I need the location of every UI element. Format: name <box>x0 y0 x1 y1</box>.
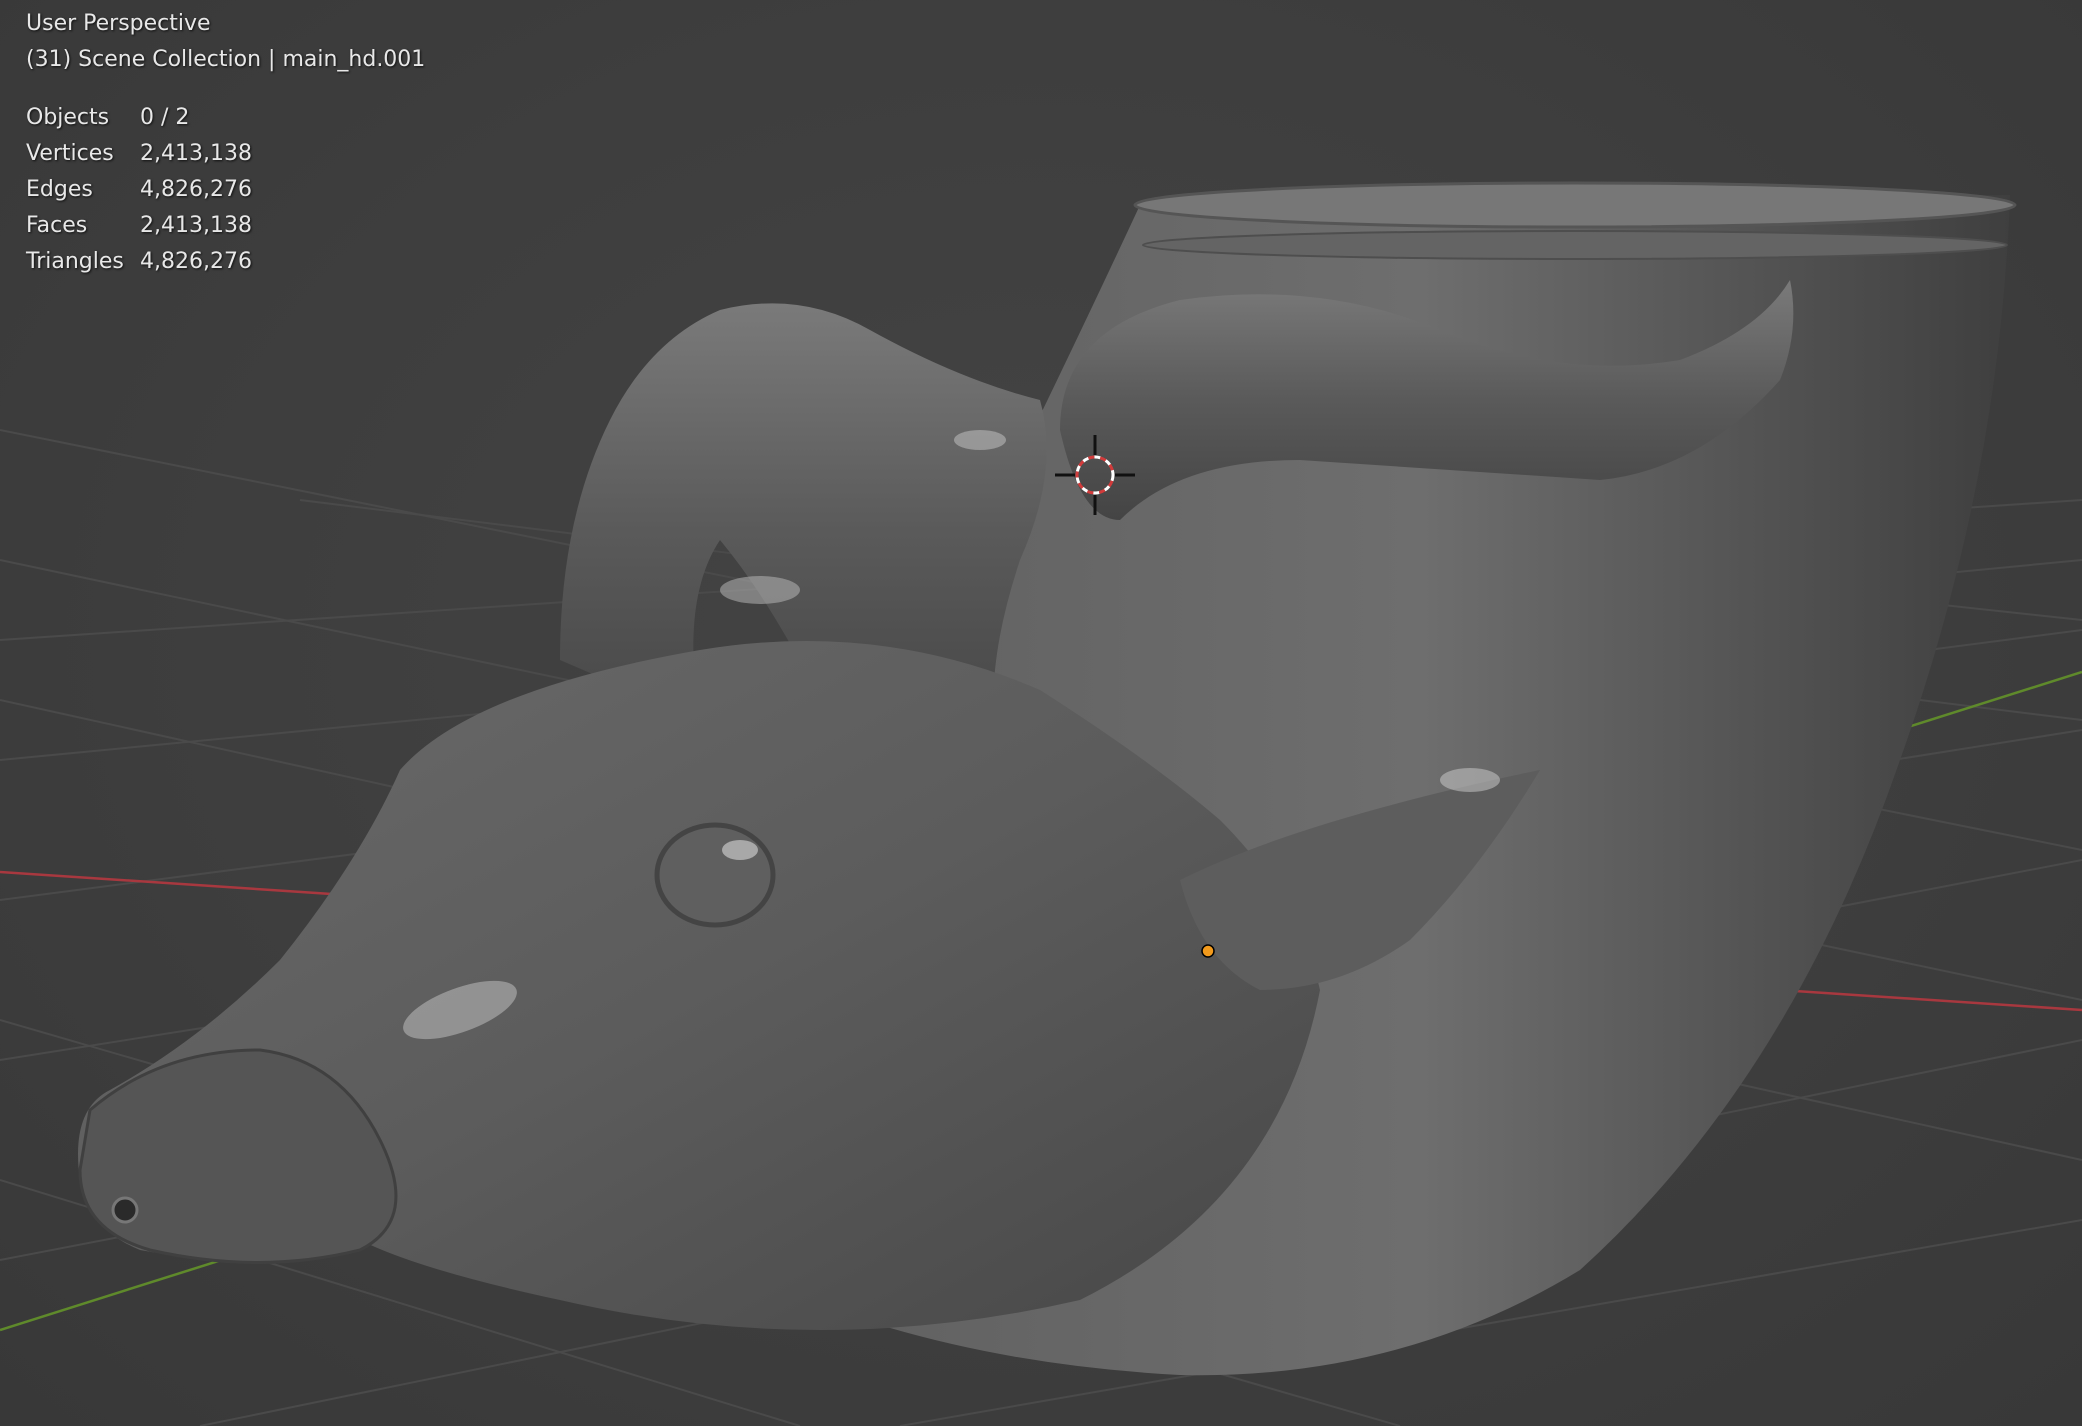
antelope-rhyton-model[interactable] <box>78 181 2017 1376</box>
stat-row-vertices: Vertices 2,413,138 <box>26 136 425 172</box>
stat-row-edges: Edges 4,826,276 <box>26 172 425 208</box>
stat-label: Objects <box>26 105 110 130</box>
3d-viewport[interactable]: User Perspective (31) Scene Collection |… <box>0 0 2082 1426</box>
horn-rim <box>1133 181 2017 229</box>
stat-label: Vertices <box>26 141 114 166</box>
stat-row-objects: Objects 0 / 2 <box>26 100 425 136</box>
stat-value: 4,826,276 <box>140 177 252 202</box>
object-origin-icon <box>1201 944 1215 958</box>
stat-value: 2,413,138 <box>140 141 252 166</box>
stat-label: Faces <box>26 213 88 238</box>
muzzle-opening <box>111 1196 139 1224</box>
stat-value: 0 / 2 <box>140 105 190 130</box>
stat-row-triangles: Triangles 4,826,276 <box>26 244 425 280</box>
stat-value: 2,413,138 <box>140 213 252 238</box>
stat-label: Triangles <box>26 249 124 274</box>
stat-value: 4,826,276 <box>140 249 252 274</box>
stat-label: Edges <box>26 177 93 202</box>
scene-statistics: Objects 0 / 2 Vertices 2,413,138 Edges 4… <box>26 100 425 280</box>
antelope-eye <box>654 822 776 928</box>
collection-info: (31) Scene Collection | main_hd.001 <box>26 47 426 72</box>
viewport-info-overlay: User Perspective (31) Scene Collection |… <box>26 6 425 280</box>
view-name: User Perspective <box>26 11 211 36</box>
stat-row-faces: Faces 2,413,138 <box>26 208 425 244</box>
